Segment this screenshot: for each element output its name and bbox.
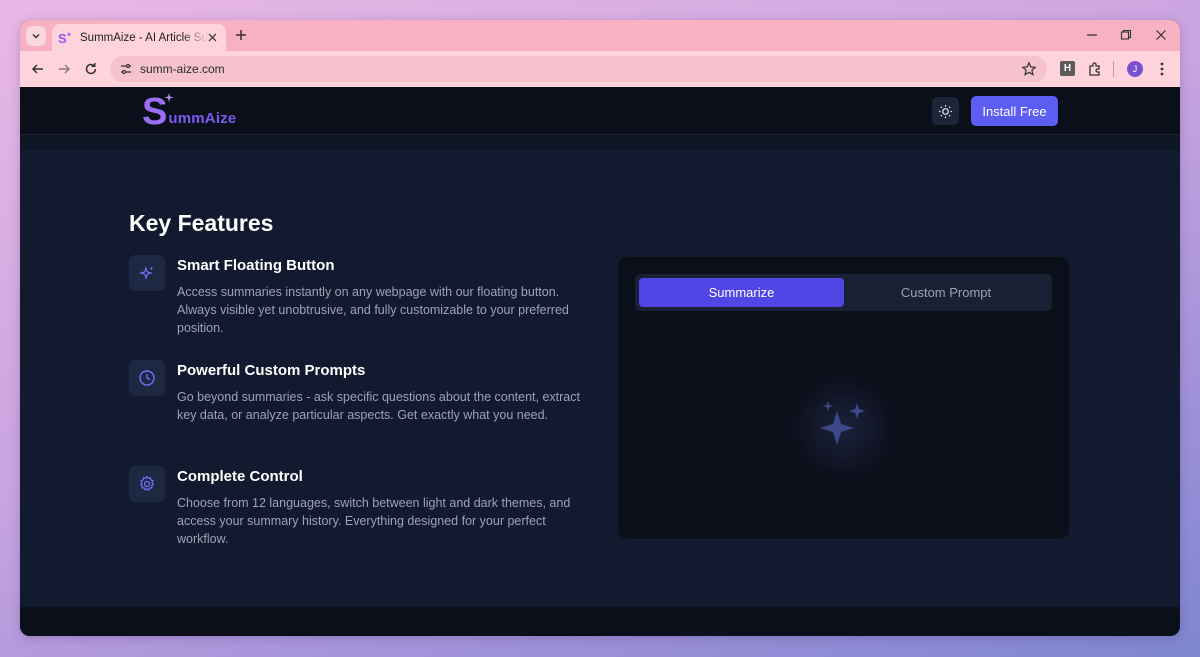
tab-summarize[interactable]: Summarize: [639, 278, 844, 307]
svg-text:S: S: [58, 31, 67, 45]
feature-item: Complete Control Choose from 12 language…: [129, 466, 599, 556]
extension-h-icon[interactable]: H: [1060, 61, 1075, 76]
toolbar-separator: [1113, 61, 1114, 77]
feature-icon-box: [129, 466, 165, 502]
gear-icon: [139, 475, 155, 491]
feature-description: Choose from 12 languages, switch between…: [177, 496, 571, 546]
feature-item: Smart Floating Button Access summaries i…: [129, 255, 599, 345]
logo-sparkle-icon: [162, 93, 174, 105]
clock-icon: [139, 370, 155, 386]
url-text: summ-aize.com: [140, 62, 225, 76]
header-underlay: [20, 135, 1180, 150]
sun-icon: [938, 104, 953, 118]
browser-toolbar: summ-aize.com H J: [20, 51, 1180, 87]
page-footer: [20, 607, 1180, 636]
tab-custom-prompt[interactable]: Custom Prompt: [844, 278, 1048, 307]
browser-tab[interactable]: S SummAize - AI Article Summarizer: [52, 24, 226, 51]
site-header: S ummAize Install Free: [20, 87, 1180, 135]
close-window-icon[interactable]: [1155, 29, 1167, 41]
tab-search-button[interactable]: [26, 26, 46, 46]
chevron-down-icon: [32, 33, 40, 39]
extensions-puzzle-icon[interactable]: [1087, 61, 1103, 77]
feature-title: Smart Floating Button: [177, 257, 335, 274]
logo-text: ummAize: [168, 110, 237, 127]
page-content: S ummAize Install Free Key Features Smar…: [20, 87, 1180, 636]
install-free-button[interactable]: Install Free: [971, 96, 1058, 126]
menu-dots-icon[interactable]: [1154, 61, 1170, 77]
sparkles-icon: [139, 266, 154, 280]
feature-title: Complete Control: [177, 468, 303, 485]
feature-title: Powerful Custom Prompts: [177, 362, 366, 379]
browser-window: S SummAize - AI Article Summarizer summ-…: [20, 20, 1180, 636]
close-icon[interactable]: [207, 32, 218, 43]
bookmark-star-icon[interactable]: [1021, 61, 1037, 77]
restore-icon[interactable]: [1120, 29, 1132, 41]
address-bar[interactable]: summ-aize.com: [110, 56, 1047, 82]
forward-arrow-icon[interactable]: [56, 61, 72, 77]
back-arrow-icon[interactable]: [30, 61, 46, 77]
feature-description: Go beyond summaries - ask specific quest…: [177, 390, 580, 422]
tab-strip: S SummAize - AI Article Summarizer: [20, 20, 1180, 51]
demo-tab-bar: Summarize Custom Prompt: [635, 274, 1052, 311]
feature-item: Powerful Custom Prompts Go beyond summar…: [129, 360, 599, 450]
feature-description: Access summaries instantly on any webpag…: [177, 285, 569, 335]
minimize-icon[interactable]: [1086, 29, 1098, 41]
site-info-icon[interactable]: [118, 61, 134, 77]
summaize-favicon-icon: S: [58, 31, 72, 45]
section-title: Key Features: [129, 210, 274, 236]
summaize-logo[interactable]: S ummAize: [142, 93, 236, 131]
profile-avatar[interactable]: J: [1127, 61, 1143, 77]
demo-preview-card: Summarize Custom Prompt: [617, 256, 1070, 540]
tab-title: SummAize - AI Article Summarizer: [80, 31, 208, 44]
feature-icon-box: [129, 360, 165, 396]
new-tab-plus-icon[interactable]: [234, 28, 248, 42]
sparkles-icon: [820, 401, 865, 445]
reload-icon[interactable]: [83, 61, 99, 77]
theme-toggle-button[interactable]: [932, 97, 959, 125]
feature-icon-box: [129, 255, 165, 291]
